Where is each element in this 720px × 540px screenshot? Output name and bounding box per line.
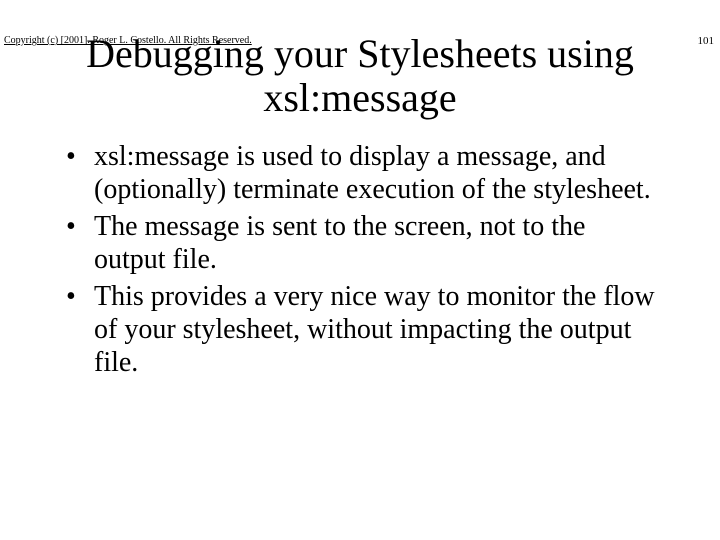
bullet-item: xsl:message is used to display a message…	[60, 140, 660, 206]
slide: Copyright (c) [2001]. Roger L. Costello.…	[0, 32, 720, 540]
copyright-line: Copyright (c) [2001]. Roger L. Costello.…	[4, 35, 252, 46]
bullet-list: xsl:message is used to display a message…	[60, 140, 660, 379]
bullet-item: This provides a very nice way to monitor…	[60, 280, 660, 379]
slide-body: xsl:message is used to display a message…	[60, 140, 660, 379]
page-number: 101	[698, 35, 715, 47]
bullet-item: The message is sent to the screen, not t…	[60, 210, 660, 276]
